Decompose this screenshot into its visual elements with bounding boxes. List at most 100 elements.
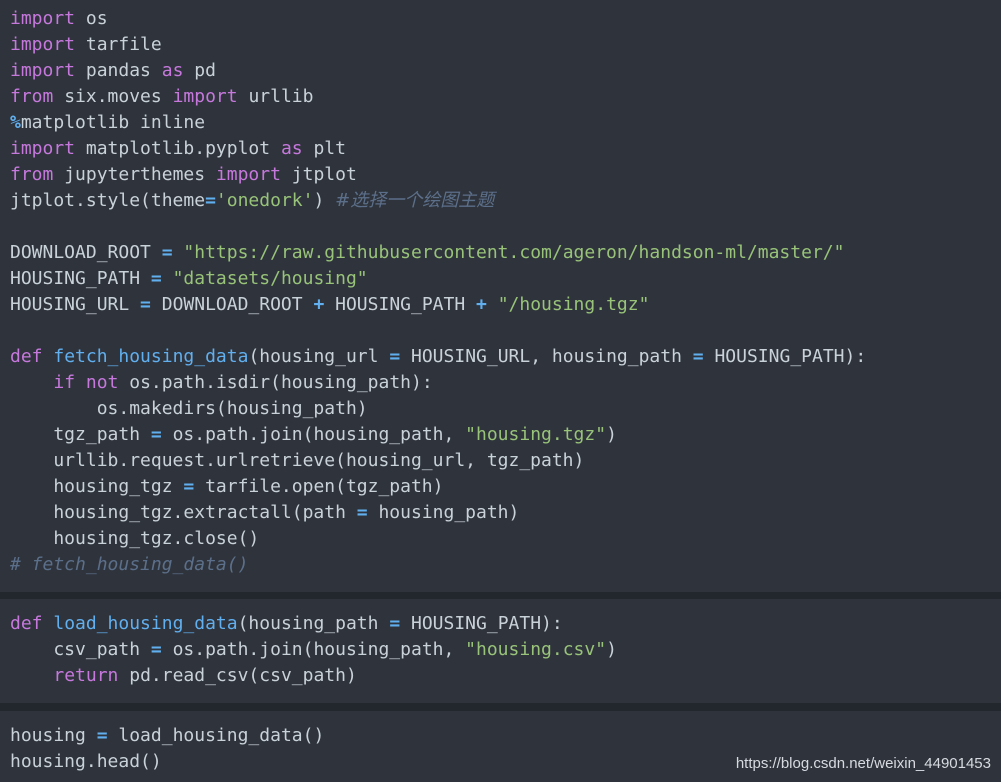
operator: = — [389, 346, 401, 367]
code-line: import pandas as pd — [10, 58, 1001, 84]
code-text: housing_tgz — [10, 476, 184, 497]
code-text: plt — [302, 138, 346, 159]
code-text: tarfile.open(tgz_path) — [194, 476, 444, 497]
code-text: csv_path — [10, 639, 151, 660]
code-text: DOWNLOAD_ROOT — [150, 294, 314, 315]
code-text: six.moves — [53, 86, 173, 107]
function-name: load_housing_data — [53, 613, 238, 634]
code-text: HOUSING_PATH — [324, 294, 477, 315]
code-line: from jupyterthemes import jtplot — [10, 162, 1001, 188]
code-line: tgz_path = os.path.join(housing_path, "h… — [10, 422, 1001, 448]
comment: #选择一个绘图主题 — [335, 190, 495, 211]
code-text: tgz_path — [10, 424, 151, 445]
code-text: os.path.join(housing_path, — [161, 424, 466, 445]
string-literal: 'onedork' — [215, 190, 314, 211]
code-line: housing_tgz = tarfile.open(tgz_path) — [10, 474, 1001, 500]
code-line: os.makedirs(housing_path) — [10, 396, 1001, 422]
code-text: (housing_path — [237, 613, 390, 634]
string-literal: "housing.tgz" — [465, 424, 607, 445]
operator: = — [183, 476, 195, 497]
code-text: jtplot.style(theme — [10, 190, 206, 211]
keyword: def — [10, 346, 43, 367]
code-line: def load_housing_data(housing_path = HOU… — [10, 611, 1001, 637]
function-name: fetch_housing_data — [53, 346, 249, 367]
code-text: urllib.request.urlretrieve(housing_url, … — [10, 450, 585, 471]
code-cell-2[interactable]: def load_housing_data(housing_path = HOU… — [0, 599, 1001, 703]
code-line: import os — [10, 6, 1001, 32]
operator: = — [150, 639, 162, 660]
code-line: return pd.read_csv(csv_path) — [10, 663, 1001, 689]
keyword: import — [10, 8, 76, 29]
code-text: urllib — [237, 86, 314, 107]
code-line: housing_tgz.extractall(path = housing_pa… — [10, 500, 1001, 526]
string-literal: "housing.csv" — [465, 639, 607, 660]
operator: = — [150, 424, 162, 445]
code-text: housing.head() — [10, 751, 162, 772]
string-literal: "/housing.tgz" — [497, 294, 650, 315]
code-text: housing_path) — [367, 502, 520, 523]
operator: = — [389, 613, 401, 634]
code-text: HOUSING_URL — [10, 294, 141, 315]
keyword: import — [172, 86, 238, 107]
code-text: jupyterthemes — [53, 164, 216, 185]
code-line: import matplotlib.pyplot as plt — [10, 136, 1001, 162]
code-cell-1[interactable]: import os import tarfile import pandas a… — [0, 0, 1001, 592]
code-line: housing = load_housing_data() — [10, 723, 1001, 749]
code-line: if not os.path.isdir(housing_path): — [10, 370, 1001, 396]
code-text: HOUSING_PATH): — [703, 346, 867, 367]
keyword: import — [10, 34, 76, 55]
keyword: as — [161, 60, 184, 81]
code-text: housing — [10, 725, 97, 746]
csdn-watermark: https://blog.csdn.net/weixin_44901453 — [735, 755, 991, 772]
magic-percent: % — [10, 112, 21, 133]
operator: = — [205, 190, 216, 211]
code-line: housing_tgz.close() — [10, 526, 1001, 552]
comment: # fetch_housing_data() — [10, 554, 249, 575]
code-text: matplotlib inline — [20, 112, 206, 133]
code-text: (housing_url — [248, 346, 390, 367]
code-text: ) — [313, 190, 336, 211]
code-text: os.path.join(housing_path, — [161, 639, 466, 660]
code-line: HOUSING_PATH = "datasets/housing" — [10, 266, 1001, 292]
operator: = — [150, 268, 162, 289]
keyword: import — [10, 60, 76, 81]
code-line: %matplotlib inline — [10, 110, 1001, 136]
code-text: matplotlib.pyplot — [75, 138, 281, 159]
code-text: os — [75, 8, 108, 29]
code-text: load_housing_data() — [107, 725, 325, 746]
code-line: # fetch_housing_data() — [10, 552, 1001, 578]
operator: + — [476, 294, 487, 315]
operator: + — [313, 294, 325, 315]
code-text: housing_tgz.extractall(path — [10, 502, 357, 523]
code-text: pandas — [75, 60, 162, 81]
code-line: urllib.request.urlretrieve(housing_url, … — [10, 448, 1001, 474]
notebook-page: import os import tarfile import pandas a… — [0, 0, 1001, 782]
code-text: housing_tgz.close() — [10, 528, 260, 549]
keyword: not — [85, 372, 119, 393]
code-text: pd — [183, 60, 216, 81]
string-literal: "https://raw.githubusercontent.com/agero… — [183, 242, 845, 263]
code-line: from six.moves import urllib — [10, 84, 1001, 110]
operator: = — [356, 502, 368, 523]
code-text: os.makedirs(housing_path) — [10, 398, 368, 419]
keyword: as — [280, 138, 303, 159]
operator: = — [161, 242, 173, 263]
code-text: tarfile — [75, 34, 162, 55]
code-line: csv_path = os.path.join(housing_path, "h… — [10, 637, 1001, 663]
code-text: HOUSING_URL, housing_path — [400, 346, 693, 367]
keyword: from — [10, 164, 54, 185]
code-line: DOWNLOAD_ROOT = "https://raw.githubuserc… — [10, 240, 1001, 266]
code-text: HOUSING_PATH): — [400, 613, 563, 634]
keyword: from — [10, 86, 54, 107]
operator: = — [692, 346, 704, 367]
keyword: def — [10, 613, 43, 634]
code-line: jtplot.style(theme='onedork') #选择一个绘图主题 — [10, 188, 1001, 214]
